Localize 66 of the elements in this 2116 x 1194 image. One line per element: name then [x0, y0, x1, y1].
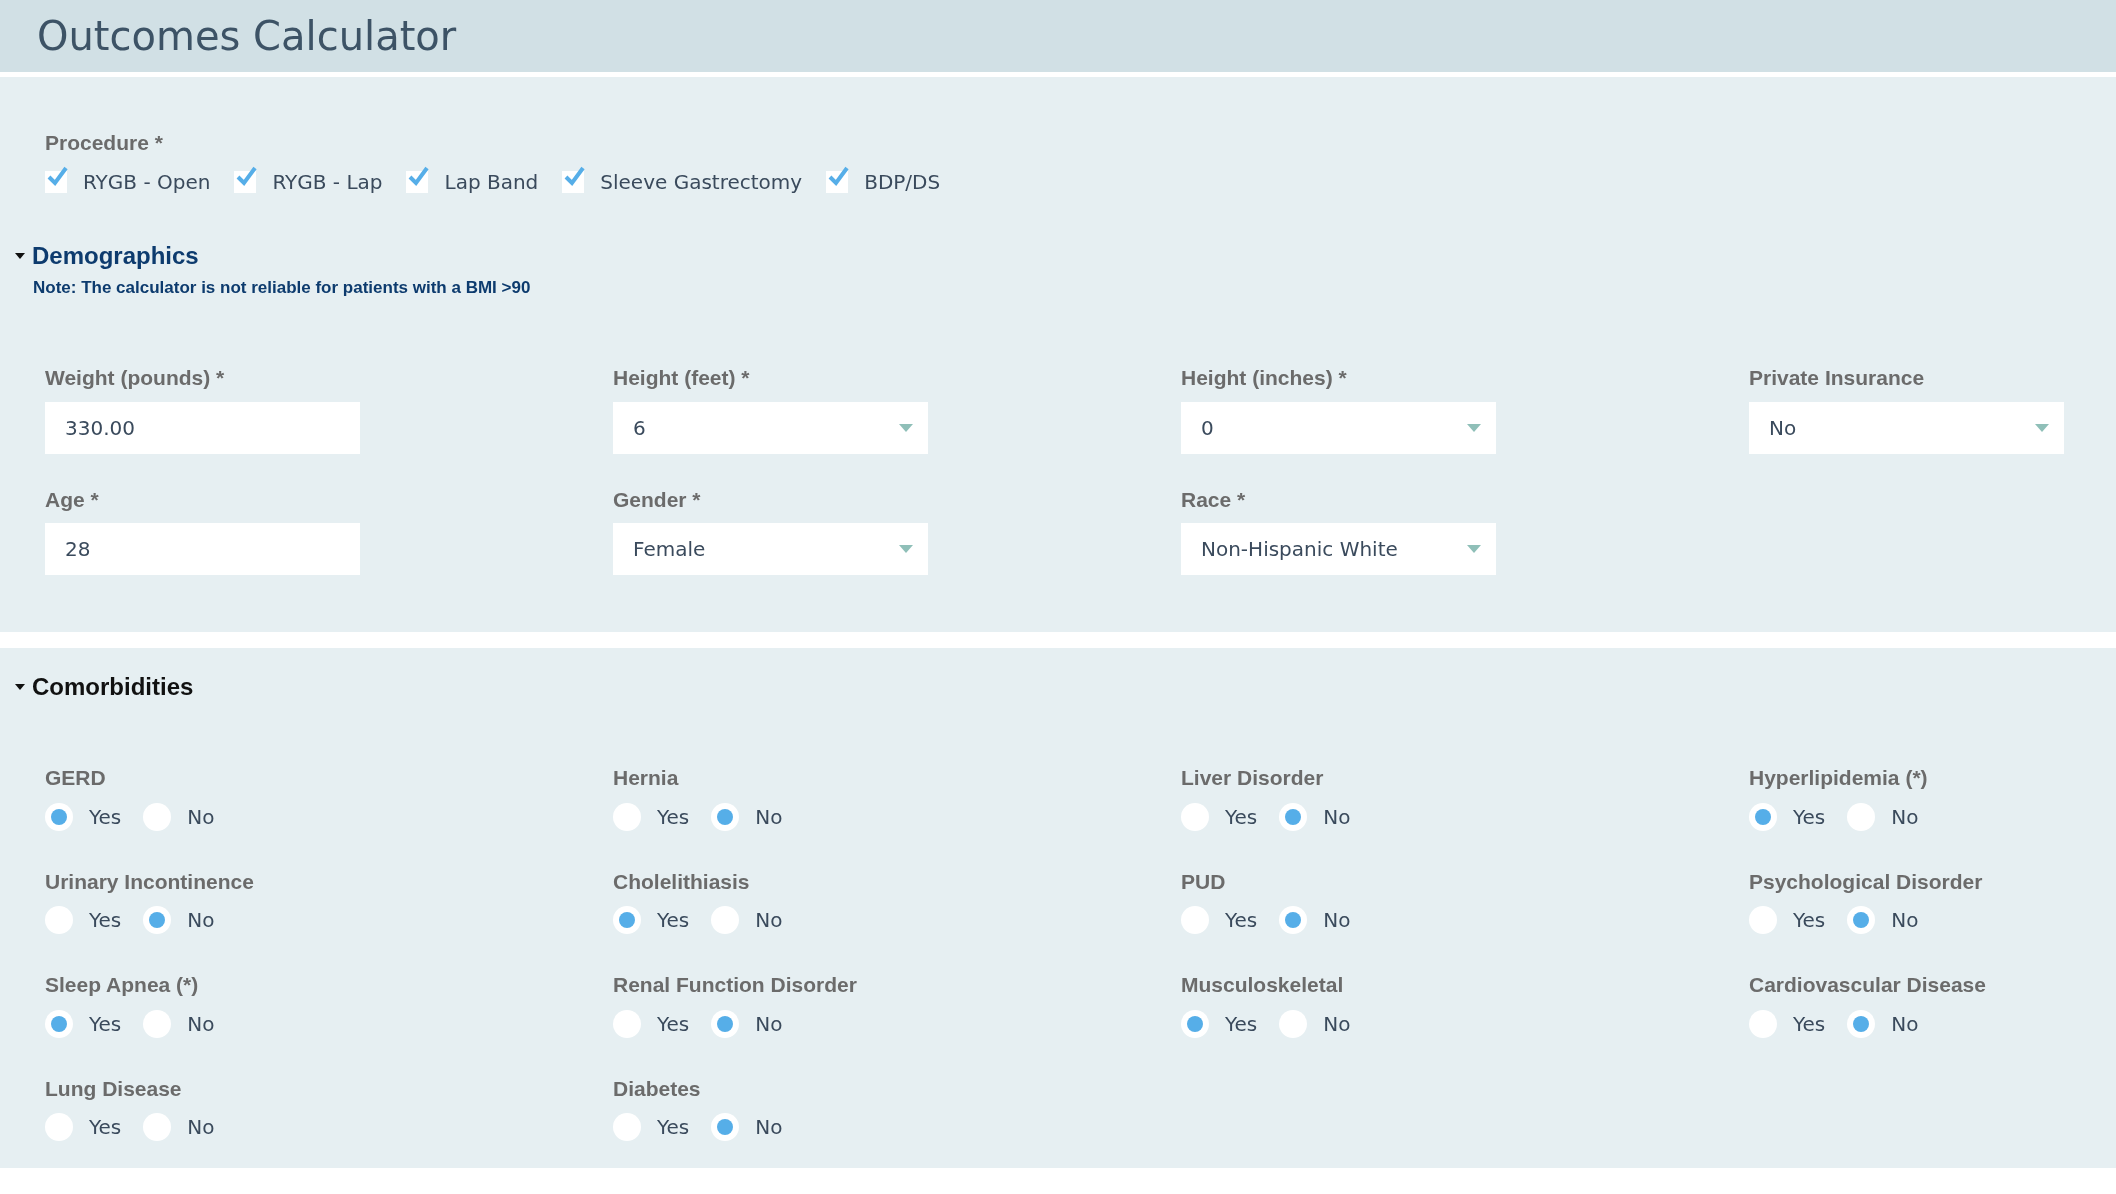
- radio-label[interactable]: Yes: [1225, 1008, 1258, 1039]
- field-label: Renal Function Disorder: [613, 972, 858, 998]
- field-label: Height (inches) *: [1181, 365, 1348, 391]
- field-label: Gender *: [613, 486, 702, 513]
- checkbox-label[interactable]: Sleeve Gastrectomy: [600, 166, 803, 197]
- dropdown[interactable]: No: [1749, 401, 2064, 454]
- radio-label[interactable]: No: [1323, 905, 1351, 935]
- field-label: Age *: [45, 486, 100, 513]
- field-label: Height (feet) *: [613, 365, 751, 391]
- radio-label[interactable]: Yes: [89, 1112, 122, 1142]
- field-label: Procedure *: [45, 130, 164, 156]
- page-title: Outcomes Calculator: [37, 12, 457, 60]
- radio-label[interactable]: No: [1323, 1008, 1351, 1039]
- field-label: Musculoskeletal: [1181, 972, 1345, 998]
- checkbox-label[interactable]: BDP/DS: [864, 166, 941, 197]
- radio-label[interactable]: Yes: [1793, 801, 1826, 832]
- dropdown[interactable]: 0: [1181, 401, 1496, 454]
- radio-label[interactable]: Yes: [657, 905, 690, 935]
- radio-label[interactable]: No: [187, 1112, 215, 1142]
- text-field[interactable]: 28: [45, 523, 360, 575]
- radio-label[interactable]: Yes: [657, 1008, 690, 1039]
- field-label: Urinary Incontinence: [45, 868, 255, 895]
- radio-label[interactable]: No: [1891, 801, 1919, 832]
- field-label: Hernia: [613, 765, 680, 791]
- field-label: Race *: [1181, 486, 1247, 513]
- radio-label[interactable]: Yes: [1225, 801, 1258, 832]
- note-text: Note: The calculator is not reliable for patients with a BMI >90: [32, 276, 532, 299]
- field-label: Psychological Disorder: [1749, 868, 1984, 895]
- field-label: Diabetes: [613, 1075, 702, 1102]
- radio-label[interactable]: Yes: [89, 1008, 122, 1039]
- field-label: PUD: [1181, 868, 1227, 895]
- field-label: Lung Disease: [45, 1075, 183, 1102]
- radio-label[interactable]: No: [187, 1008, 215, 1039]
- checkbox-label[interactable]: RYGB - Lap: [272, 166, 383, 197]
- radio-label[interactable]: No: [755, 801, 783, 832]
- radio-label[interactable]: No: [187, 801, 215, 832]
- radio-label[interactable]: Yes: [89, 801, 122, 832]
- radio-label[interactable]: Yes: [657, 1112, 690, 1142]
- radio-label[interactable]: No: [1891, 905, 1919, 935]
- checkbox-label[interactable]: Lap Band: [444, 166, 539, 197]
- field-label: Sleep Apnea (*): [45, 972, 200, 998]
- dropdown[interactable]: 6: [613, 401, 928, 454]
- field-label: Hyperlipidemia (*): [1749, 765, 1929, 791]
- radio-label[interactable]: No: [1323, 801, 1351, 832]
- section-toggle[interactable]: Demographics: [0, 236, 205, 275]
- radio-label[interactable]: Yes: [657, 801, 690, 832]
- field-label: Cholelithiasis: [613, 868, 751, 895]
- radio-label[interactable]: Yes: [1225, 905, 1258, 935]
- field-label: Weight (pounds) *: [45, 365, 226, 391]
- field-label: Liver Disorder: [1181, 765, 1325, 791]
- radio-label[interactable]: No: [187, 905, 215, 935]
- checkbox-label[interactable]: RYGB - Open: [83, 166, 211, 197]
- dropdown[interactable]: Female: [613, 523, 928, 575]
- dropdown[interactable]: Non-Hispanic White: [1181, 523, 1496, 575]
- section-toggle[interactable]: Comorbidities: [0, 668, 200, 706]
- radio-label[interactable]: No: [755, 1008, 783, 1039]
- radio-label[interactable]: No: [755, 1112, 783, 1142]
- radio-label[interactable]: Yes: [1793, 905, 1826, 935]
- text-field[interactable]: 330.00: [45, 401, 360, 454]
- field-label: Private Insurance: [1749, 365, 1926, 391]
- radio-label[interactable]: Yes: [89, 905, 122, 935]
- field-label: Cardiovascular Disease: [1749, 972, 1987, 998]
- radio-label[interactable]: Yes: [1793, 1008, 1826, 1039]
- radio-label[interactable]: No: [755, 905, 783, 935]
- radio-label[interactable]: No: [1891, 1008, 1919, 1039]
- field-label: GERD: [45, 765, 107, 791]
